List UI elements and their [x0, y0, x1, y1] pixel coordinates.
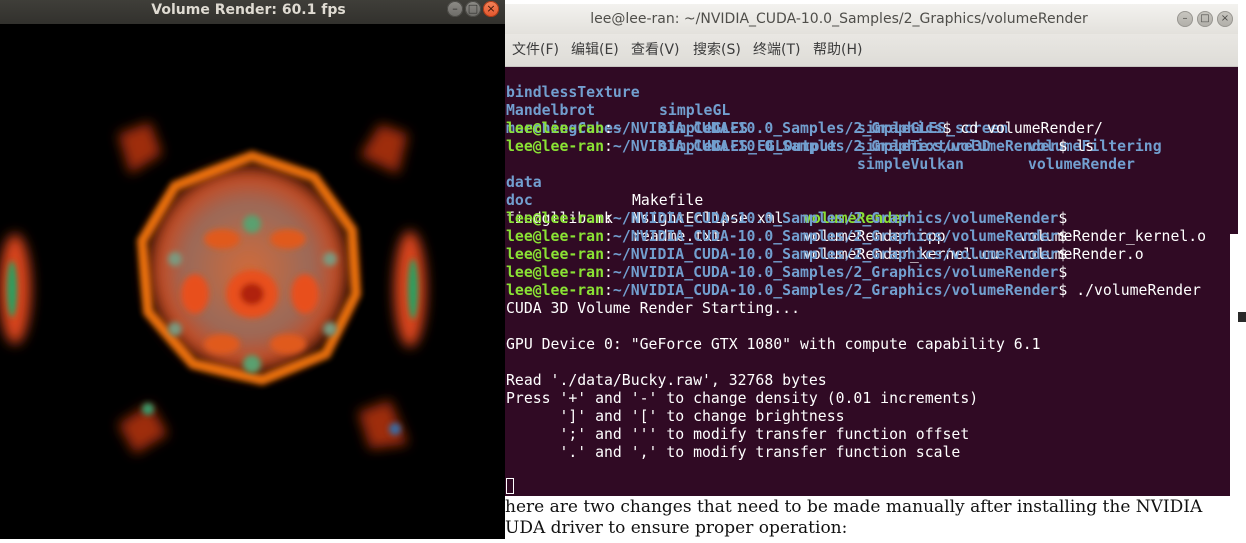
maximize-button[interactable]: □ [1197, 11, 1213, 27]
terminal-output-line: GPU Device 0: "GeForce GTX 1080" with co… [506, 336, 1041, 353]
terminal-prompt-line: lee@lee-ran:~/NVIDIA_CUDA-10.0_Samples/2… [506, 282, 1201, 299]
terminal-output-line: CUDA 3D Volume Render Starting... [506, 300, 800, 317]
list-item: data Makefile volumeRender volumeRender_… [506, 174, 1207, 245]
list-item: marchingCubes simpleGLES_EGLOutput simpl… [506, 120, 964, 173]
terminal-output-line: ';' and ''' to modify transfer function … [506, 426, 970, 443]
list-item: bindlessTexture simpleGL simpleGLES_scre… [506, 84, 1162, 155]
terminal-output[interactable]: bindlessTexture simpleGL simpleGLES_scre… [505, 66, 1238, 496]
close-button[interactable]: × [1217, 11, 1233, 27]
menu-edit[interactable]: 编辑(E) [571, 34, 619, 66]
terminal-prompt-line: lee@lee-ran:~/NVIDIA_CUDA-10.0_Samples/2… [506, 120, 1103, 137]
terminal-cursor [506, 478, 514, 494]
bucky-volume-image [0, 122, 426, 454]
menu-search[interactable]: 搜索(S) [693, 34, 741, 66]
menu-terminal[interactable]: 终端(T) [753, 34, 800, 66]
document-text-line: UDA driver to ensure proper operation: [505, 518, 848, 538]
terminal-prompt-line: lee@lee-ran:~/NVIDIA_CUDA-10.0_Samples/2… [506, 228, 1068, 245]
window-edge [1238, 312, 1246, 322]
terminal-output-line: Read './data/Bucky.raw', 32768 bytes [506, 372, 827, 389]
terminal-output-line: Press '+' and '-' to change density (0.0… [506, 390, 979, 407]
minimize-button[interactable]: – [1177, 11, 1193, 27]
terminal-prompt-line: lee@lee-ran:~/NVIDIA_CUDA-10.0_Samples/2… [506, 138, 1095, 155]
list-item: Mandelbrot simpleGLES simpleTexture3D vo… [506, 102, 1135, 173]
terminal-window[interactable]: lee@lee-ran: ~/NVIDIA_CUDA-10.0_Samples/… [505, 4, 1238, 496]
document-text-line: here are two changes that need to be mad… [505, 497, 1203, 517]
menu-file[interactable]: 文件(F) [512, 34, 559, 66]
terminal-output-line: ']' and '[' to change brightness [506, 408, 845, 425]
terminal-scrollbar[interactable] [1230, 234, 1238, 496]
close-button[interactable]: × [483, 1, 499, 17]
terminal-prompt-line: lee@lee-ran:~/NVIDIA_CUDA-10.0_Samples/2… [506, 264, 1068, 281]
volume-render-window[interactable]: Volume Render: 60.1 fps – □ × [0, 0, 505, 539]
list-item: doc NsightEclipse.xml volumeRender.cpp v… [506, 192, 1144, 263]
maximize-button[interactable]: □ [465, 1, 481, 17]
volume-render-titlebar[interactable]: Volume Render: 60.1 fps – □ × [0, 0, 505, 25]
terminal-prompt-line: lee@lee-ran:~/NVIDIA_CUDA-10.0_Samples/2… [506, 210, 1068, 227]
terminal-titlebar[interactable]: lee@lee-ran: ~/NVIDIA_CUDA-10.0_Samples/… [505, 4, 1238, 34]
menu-view[interactable]: 查看(V) [631, 34, 680, 66]
volume-render-title: Volume Render: 60.1 fps [151, 2, 346, 18]
terminal-output-line: '.' and ',' to modify transfer function … [506, 444, 961, 461]
minimize-button[interactable]: – [447, 1, 463, 17]
terminal-title: lee@lee-ran: ~/NVIDIA_CUDA-10.0_Samples/… [590, 11, 1088, 27]
list-item: findgllib.mk readme.txt volumeRender_ker… [506, 210, 999, 263]
volume-render-canvas[interactable] [0, 24, 505, 539]
terminal-menubar: 文件(F) 编辑(E) 查看(V) 搜索(S) 终端(T) 帮助(H) [505, 34, 1238, 67]
terminal-prompt-line: lee@lee-ran:~/NVIDIA_CUDA-10.0_Samples/2… [506, 246, 1068, 263]
menu-help[interactable]: 帮助(H) [813, 34, 862, 66]
